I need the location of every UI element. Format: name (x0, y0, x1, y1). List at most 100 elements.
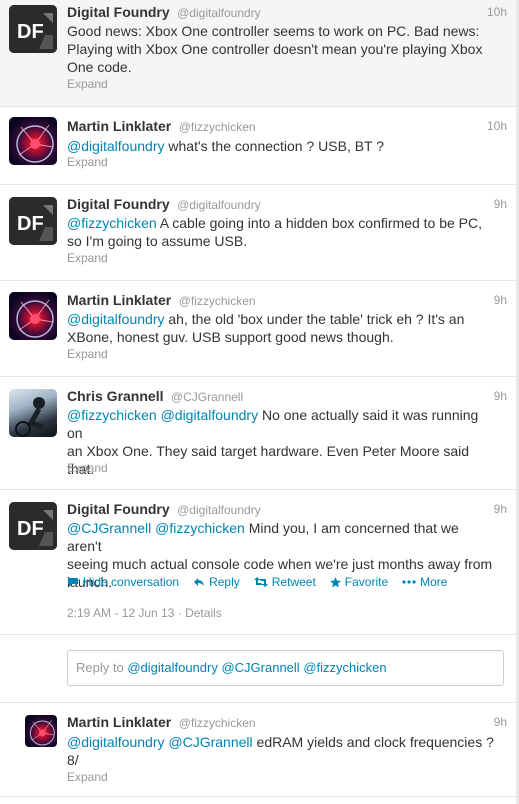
tweet-text-line: 8/ (67, 752, 79, 768)
author-name[interactable]: Chris Grannell (67, 388, 163, 404)
tweet[interactable]: DF Digital Foundry @digitalfoundry 10h G… (0, 0, 519, 106)
tweet-header: Martin Linklater @fizzychicken 10h (67, 118, 507, 136)
avatar[interactable]: DF (9, 5, 57, 53)
reply-prefix: Reply to (76, 660, 128, 675)
timeline: DF Digital Foundry @digitalfoundry 10h G… (0, 0, 519, 804)
retweet-icon (253, 577, 268, 587)
tweet[interactable]: DF Digital Foundry @digitalfoundry 9h @f… (0, 185, 519, 280)
tweet-time[interactable]: 9h (494, 715, 507, 729)
retweet-label: Retweet (271, 575, 316, 589)
tweet-time[interactable]: 9h (494, 389, 507, 403)
author-name[interactable]: Martin Linklater (67, 118, 171, 134)
mention-link[interactable]: @fizzychicken (67, 407, 157, 423)
divider (0, 796, 519, 797)
more-dots-icon (402, 580, 416, 584)
svg-text:DF: DF (17, 21, 44, 43)
tweet-time[interactable]: 10h (487, 5, 507, 19)
mention-link[interactable]: @digitalfoundry (161, 407, 259, 423)
author-name[interactable]: Digital Foundry (67, 196, 170, 212)
mention-link[interactable]: @digitalfoundry (67, 311, 165, 327)
author-handle[interactable]: @digitalfoundry (177, 503, 261, 517)
tweet-time[interactable]: 9h (494, 293, 507, 307)
tweet-meta: 2:19 AM - 12 Jun 13 · Details (67, 606, 222, 620)
author-handle[interactable]: @CJGrannell (171, 390, 243, 404)
reply-label: Reply (209, 575, 240, 589)
favorite-label: Favorite (344, 575, 389, 589)
star-icon (329, 576, 341, 588)
meta-separator: · (177, 606, 186, 620)
mention-link[interactable]: @CJGrannell (168, 734, 252, 750)
tweet[interactable]: Martin Linklater @fizzychicken 9h @digit… (0, 281, 519, 376)
digital-foundry-logo-icon: DF (9, 5, 57, 53)
tweet-timestamp[interactable]: 2:19 AM - 12 Jun 13 (67, 606, 174, 620)
reply-input[interactable]: Reply to @digitalfoundry @CJGrannell @fi… (67, 650, 504, 686)
tweet-header: Martin Linklater @fizzychicken 9h (67, 292, 507, 310)
author-handle[interactable]: @fizzychicken (179, 716, 256, 730)
avatar[interactable]: DF (9, 197, 57, 245)
expand-link[interactable]: Expand (67, 770, 108, 784)
reply-mention: @digitalfoundry (127, 660, 218, 675)
mention-link[interactable]: @fizzychicken (155, 520, 245, 536)
divider (0, 634, 519, 635)
tweet-text-body: edRAM yields and clock frequencies ? (252, 734, 494, 750)
avatar[interactable] (9, 292, 57, 340)
hide-conversation-label: Hide conversation (83, 575, 180, 589)
tweet-text-line: One code. (67, 59, 132, 75)
tweet-text-line: an Xbox One. They said target hardware. … (67, 443, 470, 459)
author-handle[interactable]: @digitalfoundry (177, 198, 261, 212)
tweet-text-body: A cable going into a hidden box confirme… (156, 215, 483, 231)
mention-link[interactable]: @fizzychicken (67, 215, 157, 231)
tweet[interactable]: Chris Grannell @CJGrannell 9h @fizzychic… (0, 377, 519, 489)
tweet-text-line: XBone, honest guv. USB support good news… (67, 329, 394, 345)
tweet-time[interactable]: 9h (494, 502, 507, 516)
expand-link[interactable]: Expand (67, 251, 108, 265)
tweet-header: Digital Foundry @digitalfoundry 9h (67, 501, 507, 519)
expand-link[interactable]: Expand (67, 77, 108, 91)
hide-conversation-button[interactable]: Hide conversation (67, 575, 179, 589)
reply-mention: @fizzychicken (303, 660, 387, 675)
author-name[interactable]: Martin Linklater (67, 714, 171, 730)
mention-link[interactable]: @CJGrannell (67, 520, 151, 536)
author-name[interactable]: Digital Foundry (67, 501, 170, 517)
tweet-text-line: Good news: Xbox One controller seems to … (67, 23, 480, 39)
details-link[interactable]: Details (185, 606, 222, 620)
plasma-ball-icon (29, 720, 55, 746)
tweet[interactable]: Martin Linklater @fizzychicken 10h @digi… (0, 107, 519, 184)
avatar[interactable] (9, 117, 57, 165)
tweet-header: Chris Grannell @CJGrannell 9h (67, 388, 507, 406)
reply-arrow-icon (194, 578, 205, 586)
svg-text:DF: DF (17, 518, 44, 540)
author-handle[interactable]: @digitalfoundry (177, 6, 261, 20)
tweet-header: Digital Foundry @digitalfoundry 9h (67, 196, 507, 214)
more-button[interactable]: More (402, 575, 447, 589)
favorite-button[interactable]: Favorite (329, 575, 389, 589)
digital-foundry-logo-icon: DF (9, 197, 57, 245)
mention-link[interactable]: @digitalfoundry (67, 734, 165, 750)
tweet-text: Good news: Xbox One controller seems to … (67, 22, 497, 76)
tweet-text: @digitalfoundry ah, the old 'box under t… (67, 310, 497, 346)
tweet-text-body: ah, the old 'box under the table' trick … (164, 311, 465, 327)
tweet-time[interactable]: 10h (487, 119, 507, 133)
avatar[interactable] (25, 715, 57, 747)
expand-link[interactable]: Expand (67, 461, 108, 475)
tweet-text-line: so I'm going to assume USB. (67, 233, 248, 249)
expand-link[interactable]: Expand (67, 347, 108, 361)
digital-foundry-logo-icon: DF (9, 502, 57, 550)
author-name[interactable]: Martin Linklater (67, 292, 171, 308)
plasma-ball-icon (16, 124, 54, 163)
author-name[interactable]: Digital Foundry (67, 4, 170, 20)
tweet-text-line: @fizzychicken @digitalfoundry No one act… (67, 406, 497, 442)
expand-link[interactable]: Expand (67, 155, 108, 169)
mention-link[interactable]: @digitalfoundry (67, 138, 165, 154)
author-handle[interactable]: @fizzychicken (179, 294, 256, 308)
author-handle[interactable]: @fizzychicken (179, 120, 256, 134)
tweet[interactable]: Martin Linklater @fizzychicken 9h @digit… (0, 703, 519, 793)
tweet-time[interactable]: 9h (494, 197, 507, 211)
tweet-text-body: what's the connection ? USB, BT ? (164, 138, 385, 154)
retweet-button[interactable]: Retweet (253, 575, 316, 589)
avatar[interactable]: DF (9, 502, 57, 550)
avatar[interactable] (9, 389, 57, 437)
tweet-actions: Hide conversation Reply Retweet Favorite… (67, 575, 447, 589)
reply-button[interactable]: Reply (193, 575, 240, 589)
tweet[interactable]: DF Digital Foundry @digitalfoundry 9h @C… (0, 490, 519, 634)
